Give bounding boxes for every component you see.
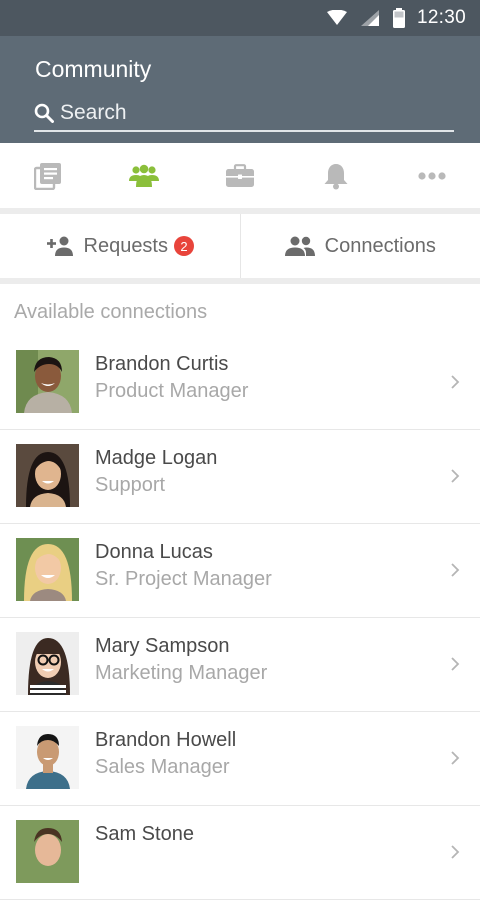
search-bar[interactable] <box>34 96 454 132</box>
list-item[interactable]: Mary Sampson Marketing Manager <box>0 618 480 712</box>
requests-label: Requests <box>84 235 169 258</box>
chevron-right-icon <box>450 844 460 865</box>
add-person-icon <box>46 236 74 256</box>
tab-bar <box>0 143 480 208</box>
tab-notifications[interactable] <box>288 143 384 208</box>
battery-icon <box>393 8 405 28</box>
avatar <box>16 538 79 601</box>
divider <box>0 278 480 284</box>
tab-more[interactable] <box>384 143 480 208</box>
chevron-right-icon <box>450 468 460 489</box>
wifi-icon <box>327 10 347 26</box>
avatar <box>16 350 79 413</box>
connections-list: Brandon Curtis Product Manager Madge Log… <box>0 336 480 900</box>
segmented-control: Requests 2 Connections <box>0 214 480 278</box>
connection-role: Product Manager <box>95 380 248 403</box>
list-item[interactable]: Madge Logan Support <box>0 430 480 524</box>
status-bar: 12:30 <box>0 0 480 36</box>
requests-button[interactable]: Requests 2 <box>0 214 240 278</box>
connection-name: Sam Stone <box>95 823 194 846</box>
bell-icon <box>323 162 349 190</box>
chevron-right-icon <box>450 374 460 395</box>
search-icon <box>34 103 54 123</box>
search-input[interactable] <box>60 101 440 125</box>
connection-name: Donna Lucas <box>95 541 213 564</box>
status-time: 12:30 <box>417 7 466 29</box>
page-title: Community <box>35 56 151 83</box>
briefcase-icon <box>226 164 254 188</box>
connection-name: Mary Sampson <box>95 635 230 658</box>
tab-community[interactable] <box>96 143 192 208</box>
chevron-right-icon <box>450 750 460 771</box>
group-icon <box>285 236 315 256</box>
tab-news[interactable] <box>0 143 96 208</box>
list-item[interactable]: Sam Stone <box>0 806 480 900</box>
news-icon <box>34 162 62 190</box>
avatar <box>16 632 79 695</box>
connections-label: Connections <box>325 235 436 258</box>
avatar <box>16 444 79 507</box>
chevron-right-icon <box>450 656 460 677</box>
connection-role: Support <box>95 474 165 497</box>
list-item[interactable]: Brandon Curtis Product Manager <box>0 336 480 430</box>
connections-button[interactable]: Connections <box>240 214 480 278</box>
app-header: Community <box>0 36 480 143</box>
connection-name: Brandon Howell <box>95 729 236 752</box>
connection-name: Brandon Curtis <box>95 353 228 376</box>
connection-role: Sales Manager <box>95 756 230 779</box>
connection-role: Sr. Project Manager <box>95 568 272 591</box>
signal-icon <box>361 10 379 26</box>
connection-name: Madge Logan <box>95 447 217 470</box>
tab-jobs[interactable] <box>192 143 288 208</box>
list-item[interactable]: Brandon Howell Sales Manager <box>0 712 480 806</box>
list-item[interactable]: Donna Lucas Sr. Project Manager <box>0 524 480 618</box>
section-label: Available connections <box>14 301 207 324</box>
requests-count-badge: 2 <box>174 236 194 256</box>
avatar <box>16 726 79 789</box>
community-icon <box>129 164 159 188</box>
connection-role: Marketing Manager <box>95 662 267 685</box>
chevron-right-icon <box>450 562 460 583</box>
more-icon <box>418 172 446 180</box>
